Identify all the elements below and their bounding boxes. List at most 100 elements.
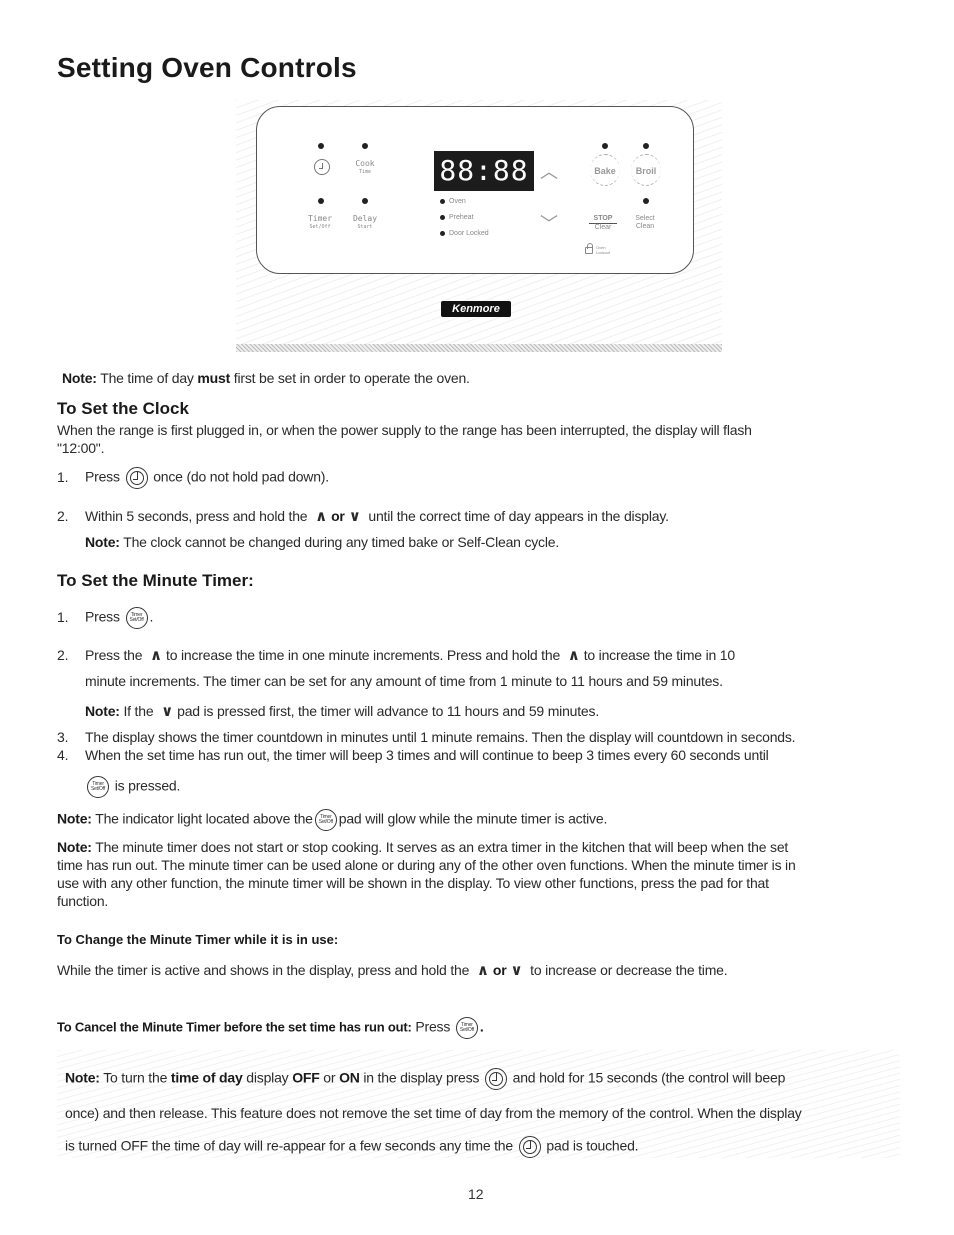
delay-start-pad: Delay Start	[349, 215, 381, 231]
timer-pad-icon: Timer Set/Off	[125, 607, 148, 629]
lockout-line2: Lockout	[596, 250, 611, 255]
indicator-label: Door Locked	[449, 230, 489, 237]
indicator-label: Oven	[449, 198, 466, 205]
note-line: The minute timer does not start or stop …	[95, 839, 789, 855]
subheading-change-timer: To Change the Minute Timer while it is i…	[57, 932, 339, 947]
timer-step-4-line2: Timer Set/Off is pressed.	[85, 776, 180, 798]
note-text: first be set in order to operate the ove…	[233, 370, 470, 386]
note-text: pad will glow while the minute timer is …	[338, 810, 608, 827]
control-panel-illustration: Cook Time Timer Set/Off Delay Start 88:8…	[236, 100, 722, 352]
note-label: Note:	[62, 370, 97, 386]
indicator-dot	[440, 198, 445, 204]
or-text: or	[331, 508, 345, 524]
delay-start-indicator-light	[362, 198, 368, 204]
stop-label: STOP	[589, 215, 617, 224]
step-text: Press	[85, 468, 120, 485]
broil-pad: Broil	[631, 154, 661, 186]
body-text: to increase or decrease the time.	[530, 962, 728, 978]
chevron-up-icon: ∧	[315, 507, 328, 525]
timer-pad-icon: Timer Set/Off	[455, 1017, 478, 1039]
note-text: is turned OFF the time of day will re-ap…	[65, 1137, 513, 1154]
cancel-timer-line: To Cancel the Minute Timer before the se…	[57, 1017, 484, 1039]
note-emphasis: ON	[339, 1069, 360, 1086]
step-text: Press	[85, 608, 120, 625]
note-line: function.	[57, 893, 109, 909]
timer-sublabel: Set/Off	[309, 224, 331, 230]
indicator-oven: Oven	[440, 198, 466, 205]
note-text: The time of day	[100, 370, 194, 386]
clock-intro-line1: When the range is first plugged in, or w…	[57, 422, 752, 438]
note-text: or	[323, 1069, 336, 1086]
period: .	[479, 1018, 484, 1035]
clock-indicator-light	[318, 143, 324, 149]
chevron-down-icon: ﹀	[540, 214, 558, 234]
step-number: 2.	[57, 508, 69, 524]
indicator-dot	[440, 214, 445, 220]
select-indicator-light	[643, 198, 649, 204]
step-text: until the correct time of day appears in…	[368, 508, 669, 524]
cook-time-indicator-light	[362, 143, 368, 149]
change-timer-text: While the timer is active and shows in t…	[57, 961, 728, 979]
timer-step-2: 2. Press the ∧ to increase the time in one…	[57, 646, 735, 664]
timer-pad-icon: Timer Set/Off	[314, 809, 337, 831]
page-title: Setting Oven Controls	[57, 52, 357, 83]
timer-note-2: Note: The indicator light located above …	[57, 809, 607, 831]
bake-indicator-light	[602, 143, 608, 149]
bottom-note-line1: Note: To turn the time of day display OF…	[65, 1068, 785, 1090]
clock-intro-line2: "12:00".	[57, 440, 105, 456]
step-text: is pressed.	[114, 777, 181, 794]
chevron-up-icon: ∧	[476, 961, 489, 979]
oven-lockout-label: Oven Lockout	[596, 245, 610, 255]
note-emphasis: OFF	[292, 1069, 320, 1086]
indicator-label: Preheat	[449, 214, 474, 221]
select-label: Select	[635, 215, 655, 222]
note-text: If the	[123, 703, 154, 719]
note-text: in the display press	[363, 1069, 480, 1086]
note-text: pad is pressed first, the timer will adv…	[177, 703, 600, 719]
note-line: use with any other function, the minute …	[57, 875, 769, 891]
clock-pad-icon	[484, 1068, 507, 1090]
note-text: The indicator light located above the	[95, 810, 313, 827]
clock-pad-icon	[518, 1136, 541, 1158]
timer-indicator-light	[318, 198, 324, 204]
chevron-up-icon: ∧	[567, 646, 580, 664]
select-clean-pad: Select Clean	[629, 215, 661, 231]
cook-time-sublabel: Time	[358, 169, 372, 175]
note-text: The clock cannot be changed during any t…	[123, 534, 560, 550]
indicator-door-locked: Door Locked	[440, 230, 489, 237]
clock-step-2: 2. Within 5 seconds, press and hold the ∧…	[57, 507, 669, 525]
note-time-of-day-required: Note: The time of day must first be set …	[62, 369, 470, 387]
timer-step-3: 3. The display shows the timer countdown …	[57, 728, 796, 746]
cook-time-label: Cook	[355, 159, 375, 168]
timer-pad: Timer Set/Off	[304, 215, 336, 231]
note-text: pad is touched.	[546, 1137, 639, 1154]
note-label: Note:	[85, 703, 120, 719]
delay-sublabel: Start	[357, 224, 373, 230]
body-text: Press	[415, 1018, 451, 1035]
clock-pad-icon	[314, 159, 330, 175]
or-text: or	[492, 962, 507, 978]
note-line: time has run out. The minute timer can b…	[57, 857, 796, 873]
step-text: to increase the time in 10	[583, 647, 735, 663]
body-text: While the timer is active and shows in t…	[57, 962, 470, 978]
section-heading-minute-timer: To Set the Minute Timer:	[57, 571, 254, 590]
timer-note-1: Note: If the ∨ pad is pressed first, the …	[85, 702, 599, 720]
timer-step-1: 1. Press Timer Set/Off.	[57, 607, 153, 629]
control-panel: Cook Time Timer Set/Off Delay Start 88:8…	[256, 106, 694, 274]
step-number: 2.	[57, 647, 69, 663]
clock-note: Note: The clock cannot be changed during…	[85, 533, 559, 551]
page-number: 12	[468, 1186, 484, 1202]
note-label: Note:	[57, 839, 92, 855]
step-text: When the set time has run out, the timer…	[85, 747, 769, 763]
timer-step-2-line2: minute increments. The timer can be set …	[85, 673, 723, 689]
note-text: To turn the	[103, 1069, 168, 1086]
clock-step-1: 1. Press once (do not hold pad down).	[57, 467, 329, 489]
broil-indicator-light	[643, 143, 649, 149]
step-text: to increase the time in one minute incre…	[166, 647, 561, 663]
chevron-up-icon: ∧	[150, 646, 163, 664]
panel-bottom-strip	[236, 344, 722, 352]
bake-pad: Bake	[590, 154, 620, 186]
lock-icon	[585, 243, 593, 254]
chevron-down-icon: ∨	[348, 507, 361, 525]
step-number: 1.	[57, 608, 69, 625]
